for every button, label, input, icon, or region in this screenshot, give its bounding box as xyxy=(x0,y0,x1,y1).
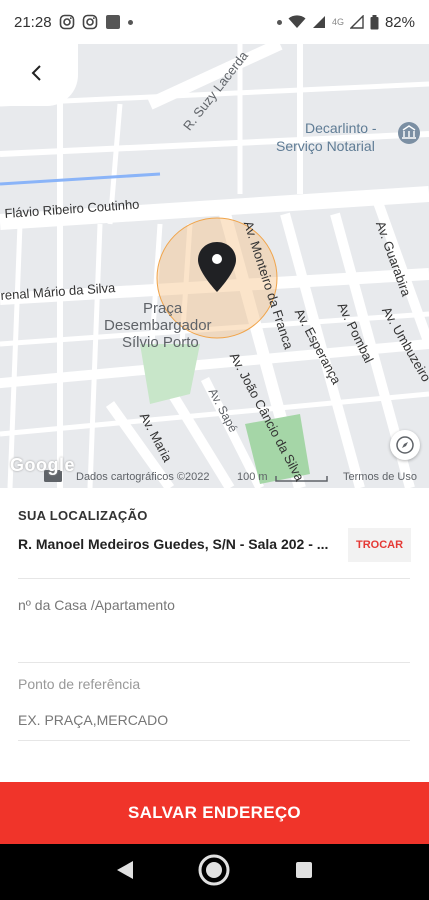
chevron-left-icon xyxy=(30,64,42,87)
battery-level: 82% xyxy=(384,13,415,31)
reference-label: Ponto de referência xyxy=(18,676,141,692)
instagram-icon xyxy=(82,14,98,30)
terms-link[interactable]: Termos de Uso xyxy=(343,471,417,483)
notification-dot-icon xyxy=(276,19,282,25)
nav-home-button[interactable] xyxy=(194,852,234,892)
house-number-input[interactable] xyxy=(18,590,410,620)
divider xyxy=(18,662,410,663)
app-notification-icon xyxy=(105,14,121,30)
current-address: R. Manoel Medeiros Guedes, S/N - Sala 20… xyxy=(18,536,329,552)
status-bar: 21:28 4G 82% xyxy=(0,0,429,44)
google-logo: Google xyxy=(10,455,75,475)
back-button[interactable] xyxy=(0,44,78,106)
nav-recents-button[interactable] xyxy=(284,852,324,892)
map-poi-label: Decarlinto - xyxy=(305,120,377,136)
map-poi-label: Praça xyxy=(143,300,183,317)
section-title: SUA LOCALIZAÇÃO xyxy=(18,508,148,523)
map-poi-label: Serviço Notarial xyxy=(276,138,375,154)
map-poi-label: Desembargador xyxy=(104,317,212,334)
map-attribution: Dados cartográficos ©2022 xyxy=(76,471,210,483)
nav-back-button[interactable] xyxy=(105,852,145,892)
map-poi-label: Sílvio Porto xyxy=(122,334,199,351)
notification-dot-icon xyxy=(127,19,133,25)
map-canvas xyxy=(0,44,429,488)
divider xyxy=(18,578,410,579)
status-time: 21:28 xyxy=(14,13,52,31)
wifi-icon xyxy=(288,15,306,29)
square-recents-icon xyxy=(295,861,313,884)
change-address-button[interactable]: TROCAR xyxy=(348,528,411,562)
map-scale-label: 100 m xyxy=(237,471,268,483)
divider xyxy=(18,740,410,741)
system-nav-bar xyxy=(0,844,429,900)
instagram-icon xyxy=(59,14,75,30)
signal-icon xyxy=(349,15,364,29)
reference-input[interactable] xyxy=(18,705,410,735)
compass-icon[interactable] xyxy=(390,430,420,460)
home-circle-icon xyxy=(197,853,231,892)
map-view[interactable]: R. Suzy Lacerda Decarlinto - Serviço Not… xyxy=(0,44,429,488)
battery-icon xyxy=(370,14,379,30)
signal-icon xyxy=(312,15,326,29)
save-address-button[interactable]: SALVAR ENDEREÇO xyxy=(0,782,429,844)
network-type: 4G xyxy=(331,17,344,27)
triangle-back-icon xyxy=(116,860,134,885)
